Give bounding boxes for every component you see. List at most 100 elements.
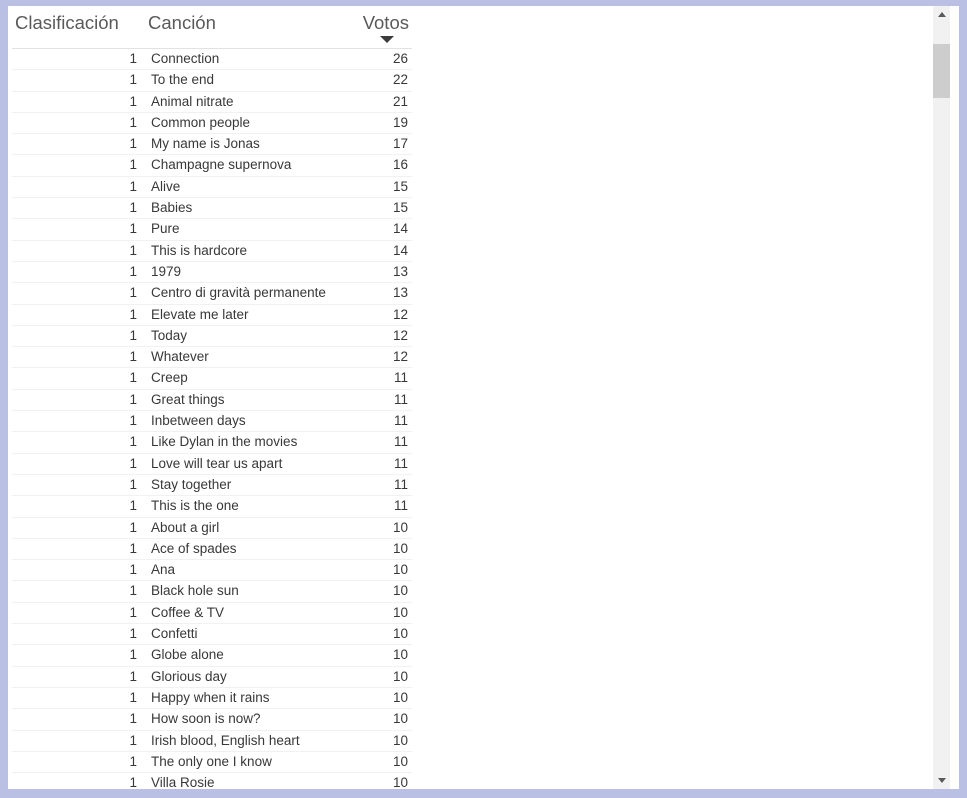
column-header-votes-label: Votos xyxy=(362,12,409,33)
table-row[interactable]: 1 Common people 19 xyxy=(12,112,412,135)
sort-descending-triangle-icon[interactable] xyxy=(380,36,394,43)
column-header-song[interactable]: Canción xyxy=(142,6,342,47)
table-row[interactable]: 1 My name is Jonas 17 xyxy=(12,133,412,156)
table-row[interactable]: 1 How soon is now? 10 xyxy=(12,708,412,731)
cell-rank: 1 xyxy=(12,666,142,688)
cell-rank: 1 xyxy=(12,559,142,582)
cell-song: Ace of spades xyxy=(142,538,342,561)
cell-rank: 1 xyxy=(12,580,142,603)
column-header-rank[interactable]: Clasificación xyxy=(12,6,142,47)
cell-song: This is the one xyxy=(142,495,342,518)
cell-rank: 1 xyxy=(12,91,142,113)
table-row[interactable]: 1 To the end 22 xyxy=(12,69,412,92)
scroll-up-button[interactable] xyxy=(933,6,950,23)
cell-song: Champagne supernova xyxy=(142,154,342,177)
cell-votes: 10 xyxy=(342,708,412,731)
cell-votes: 10 xyxy=(342,623,412,646)
table-row[interactable]: 1 Inbetween days 11 xyxy=(12,410,412,433)
table-row[interactable]: 1 Love will tear us apart 11 xyxy=(12,453,412,475)
cell-votes: 16 xyxy=(342,154,412,177)
cell-rank: 1 xyxy=(12,304,142,326)
table-row[interactable]: 1 Irish blood, English heart 10 xyxy=(12,730,412,752)
table-row[interactable]: 1 Confetti 10 xyxy=(12,623,412,646)
table-row[interactable]: 1 The only one I know 10 xyxy=(12,751,412,774)
cell-rank: 1 xyxy=(12,325,142,348)
cell-rank: 1 xyxy=(12,602,142,625)
cell-song: Pure xyxy=(142,218,342,241)
table-row[interactable]: 1 Black hole sun 10 xyxy=(12,580,412,603)
table-row[interactable]: 1 This is the one 11 xyxy=(12,495,412,518)
cell-song: Like Dylan in the movies xyxy=(142,431,342,454)
vertical-scrollbar[interactable] xyxy=(933,6,950,789)
table-row[interactable]: 1 Like Dylan in the movies 11 xyxy=(12,431,412,454)
cell-rank: 1 xyxy=(12,538,142,561)
cell-votes: 10 xyxy=(342,602,412,625)
cell-song: Globe alone xyxy=(142,644,342,667)
table-row[interactable]: 1 1979 13 xyxy=(12,261,412,284)
cell-rank: 1 xyxy=(12,410,142,433)
column-header-votes[interactable]: Votos xyxy=(342,6,412,47)
cell-rank: 1 xyxy=(12,282,142,305)
table-row[interactable]: 1 Connection 26 xyxy=(12,48,412,71)
cell-rank: 1 xyxy=(12,751,142,774)
cell-song: Irish blood, English heart xyxy=(142,730,342,752)
table-row[interactable]: 1 Pure 14 xyxy=(12,218,412,241)
cell-song: Centro di gravità permanente xyxy=(142,282,342,305)
table-row[interactable]: 1 This is hardcore 14 xyxy=(12,240,412,262)
cell-votes: 10 xyxy=(342,751,412,774)
songs-vote-grid: Clasificación Canción Votos 1 Connection… xyxy=(12,6,412,789)
cell-rank: 1 xyxy=(12,687,142,710)
cell-song: Confetti xyxy=(142,623,342,646)
table-row[interactable]: 1 Happy when it rains 10 xyxy=(12,687,412,710)
cell-votes: 11 xyxy=(342,495,412,518)
cell-song: The only one I know xyxy=(142,751,342,774)
chevron-up-icon xyxy=(937,12,946,17)
client-area: Clasificación Canción Votos 1 Connection… xyxy=(8,6,959,789)
cell-rank: 1 xyxy=(12,623,142,646)
table-row[interactable]: 1 Ana 10 xyxy=(12,559,412,582)
table-row[interactable]: 1 Babies 15 xyxy=(12,197,412,220)
table-row[interactable]: 1 Whatever 12 xyxy=(12,346,412,369)
table-row[interactable]: 1 Elevate me later 12 xyxy=(12,304,412,326)
table-row[interactable]: 1 Animal nitrate 21 xyxy=(12,91,412,113)
cell-votes: 13 xyxy=(342,261,412,284)
table-row[interactable]: 1 Globe alone 10 xyxy=(12,644,412,667)
cell-rank: 1 xyxy=(12,644,142,667)
cell-rank: 1 xyxy=(12,154,142,177)
cell-votes: 15 xyxy=(342,176,412,199)
table-row[interactable]: 1 Ace of spades 10 xyxy=(12,538,412,561)
cell-rank: 1 xyxy=(12,453,142,475)
cell-rank: 1 xyxy=(12,730,142,752)
scrollbar-thumb[interactable] xyxy=(933,44,950,98)
cell-votes: 11 xyxy=(342,431,412,454)
cell-song: Elevate me later xyxy=(142,304,342,326)
cell-song: Alive xyxy=(142,176,342,199)
table-row[interactable]: 1 Centro di gravità permanente 13 xyxy=(12,282,412,305)
table-row[interactable]: 1 Villa Rosie 10 xyxy=(12,772,412,789)
cell-song: Happy when it rains xyxy=(142,687,342,710)
cell-votes: 17 xyxy=(342,133,412,156)
table-row[interactable]: 1 Champagne supernova 16 xyxy=(12,154,412,177)
table-row[interactable]: 1 Great things 11 xyxy=(12,389,412,412)
table-row[interactable]: 1 About a girl 10 xyxy=(12,517,412,539)
table-row[interactable]: 1 Today 12 xyxy=(12,325,412,348)
table-row[interactable]: 1 Alive 15 xyxy=(12,176,412,199)
cell-song: Love will tear us apart xyxy=(142,453,342,475)
grid-viewport[interactable]: Clasificación Canción Votos 1 Connection… xyxy=(8,6,938,789)
cell-song: Villa Rosie xyxy=(142,772,342,789)
cell-song: Stay together xyxy=(142,474,342,497)
table-row[interactable]: 1 Creep 11 xyxy=(12,367,412,390)
cell-rank: 1 xyxy=(12,240,142,262)
grid-body: 1 Connection 26 1 To the end 22 1 Animal nitrat… xyxy=(12,48,412,789)
cell-votes: 10 xyxy=(342,644,412,667)
cell-votes: 11 xyxy=(342,474,412,497)
scroll-down-button[interactable] xyxy=(933,772,950,789)
grid-header: Clasificación Canción Votos xyxy=(12,6,412,49)
cell-votes: 26 xyxy=(342,48,412,71)
cell-song: Creep xyxy=(142,367,342,390)
table-row[interactable]: 1 Stay together 11 xyxy=(12,474,412,497)
table-row[interactable]: 1 Glorious day 10 xyxy=(12,666,412,688)
cell-rank: 1 xyxy=(12,218,142,241)
scrollbar-track[interactable] xyxy=(933,23,950,772)
table-row[interactable]: 1 Coffee & TV 10 xyxy=(12,602,412,625)
